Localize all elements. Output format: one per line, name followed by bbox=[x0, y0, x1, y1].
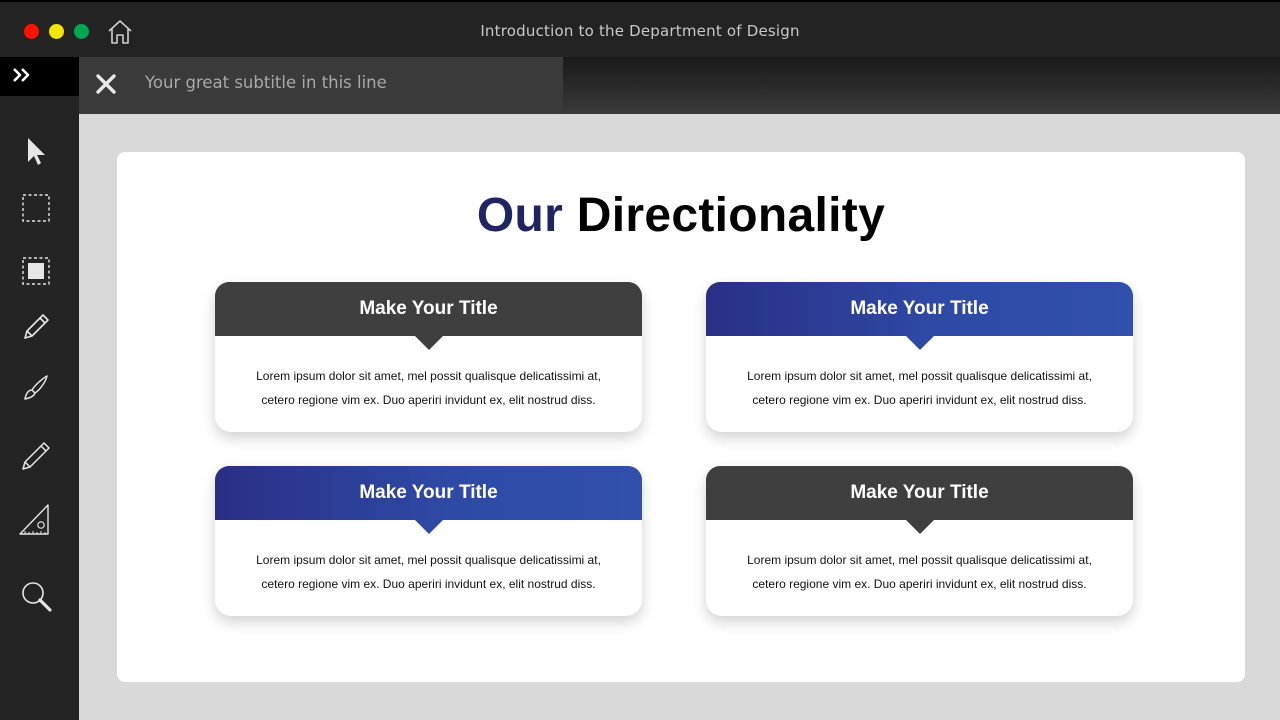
card-title: Make Your Title bbox=[215, 466, 642, 520]
card-top-right: Make Your Title Lorem ipsum dolor sit am… bbox=[706, 282, 1133, 432]
sidebar-toggle-button[interactable] bbox=[0, 57, 79, 96]
card-bottom-left: Make Your Title Lorem ipsum dolor sit am… bbox=[215, 466, 642, 616]
filled-select-icon[interactable] bbox=[17, 252, 55, 290]
card-pointer bbox=[905, 519, 935, 534]
slide-canvas: Our Directionality Make Your Title Lorem… bbox=[117, 152, 1245, 682]
tool-sidebar bbox=[0, 96, 79, 720]
card-body-line: Lorem ipsum dolor sit amet, mel possit q… bbox=[256, 369, 601, 383]
card-pointer bbox=[905, 335, 935, 350]
card-title: Make Your Title bbox=[215, 282, 642, 336]
card-bottom-right: Make Your Title Lorem ipsum dolor sit am… bbox=[706, 466, 1133, 616]
title-bar: Introduction to the Department of Design bbox=[0, 0, 1280, 57]
slide-title-accent: Our bbox=[476, 189, 564, 242]
card-title: Make Your Title bbox=[706, 282, 1133, 336]
card-body-line: cetero regione vim ex. Duo aperiri invid… bbox=[261, 393, 596, 407]
card-body: Lorem ipsum dolor sit amet, mel possit q… bbox=[237, 548, 620, 596]
subtitle-text: Your great subtitle in this line bbox=[145, 73, 387, 92]
window-title: Introduction to the Department of Design bbox=[480, 22, 800, 40]
ruler-triangle-icon[interactable] bbox=[17, 500, 55, 538]
card-body-line: cetero regione vim ex. Duo aperiri invid… bbox=[261, 577, 596, 591]
card-body-line: Lorem ipsum dolor sit amet, mel possit q… bbox=[747, 369, 1092, 383]
card-body: Lorem ipsum dolor sit amet, mel possit q… bbox=[237, 364, 620, 412]
card-body-line: Lorem ipsum dolor sit amet, mel possit q… bbox=[256, 553, 601, 567]
card-body-line: Lorem ipsum dolor sit amet, mel possit q… bbox=[747, 553, 1092, 567]
card-body: Lorem ipsum dolor sit amet, mel possit q… bbox=[728, 364, 1111, 412]
magnifier-icon[interactable] bbox=[17, 578, 55, 616]
card-top-left: Make Your Title Lorem ipsum dolor sit am… bbox=[215, 282, 642, 432]
close-icon[interactable] bbox=[95, 73, 117, 95]
double-chevron-right-icon bbox=[13, 68, 30, 82]
card-body-line: cetero regione vim ex. Duo aperiri invid… bbox=[752, 577, 1087, 591]
pen-icon[interactable] bbox=[17, 436, 55, 474]
pencil-icon[interactable] bbox=[17, 308, 55, 346]
card-body-line: cetero regione vim ex. Duo aperiri invid… bbox=[752, 393, 1087, 407]
card-body: Lorem ipsum dolor sit amet, mel possit q… bbox=[728, 548, 1111, 596]
card-title: Make Your Title bbox=[706, 466, 1133, 520]
card-pointer bbox=[414, 335, 444, 350]
card-pointer bbox=[414, 519, 444, 534]
marquee-select-icon[interactable] bbox=[17, 189, 55, 227]
subtitle-bar: Your great subtitle in this line bbox=[79, 57, 563, 113]
slide-title-rest: Directionality bbox=[576, 189, 886, 242]
brush-icon[interactable] bbox=[17, 369, 55, 407]
slide-title: Our Directionality bbox=[117, 188, 1245, 243]
pointer-icon[interactable] bbox=[17, 132, 55, 170]
